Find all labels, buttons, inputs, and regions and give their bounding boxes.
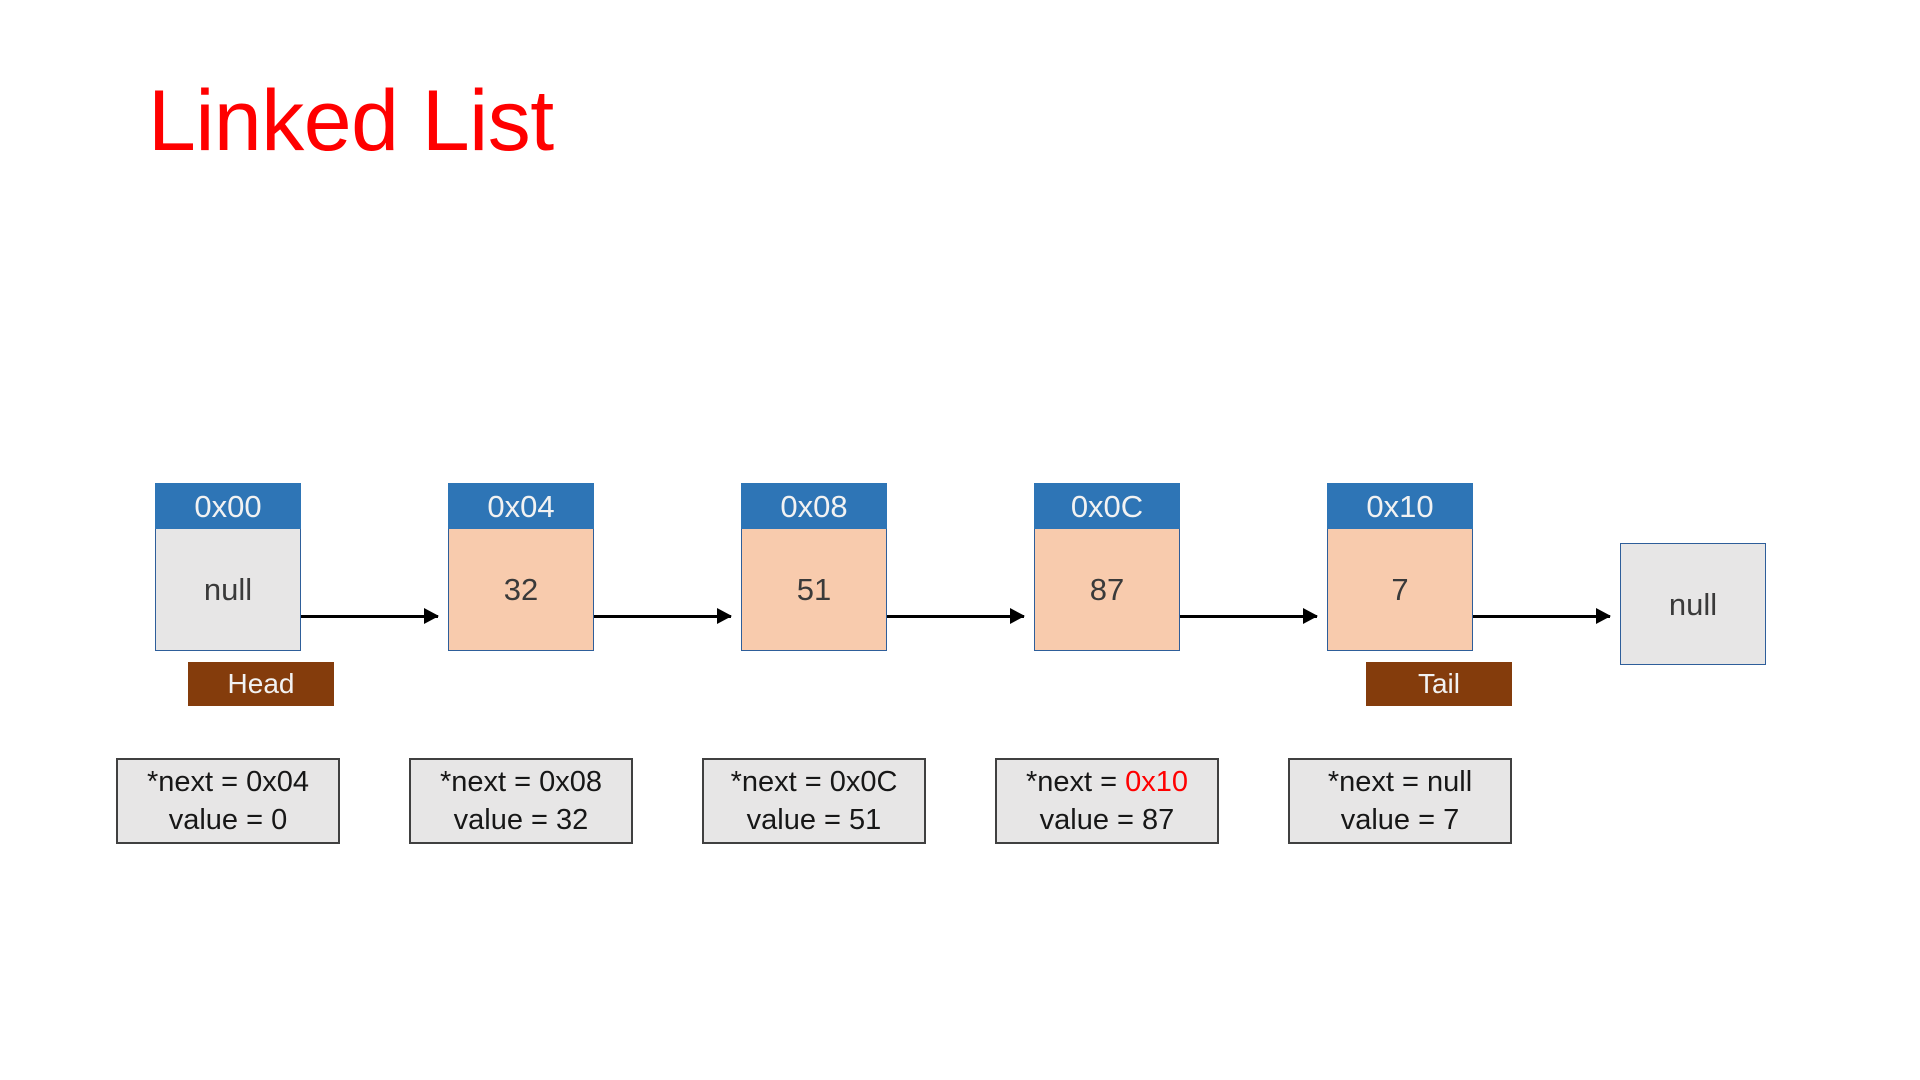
detail-next-line-1: *next = 0x08	[440, 763, 602, 801]
arrow-node-3-to-node-4	[1179, 615, 1317, 618]
arrow-node-2-to-node-3	[886, 615, 1024, 618]
list-node-3[interactable]: 0x0C 87	[1034, 483, 1180, 651]
list-node-2[interactable]: 0x08 51	[741, 483, 887, 651]
head-marker-badge: Head	[188, 662, 334, 706]
terminal-null-box: null	[1620, 543, 1766, 665]
node-detail-box-1: *next = 0x08 value = 32	[409, 758, 633, 844]
arrow-node-1-to-node-2	[593, 615, 731, 618]
node-detail-box-4: *next = null value = 7	[1288, 758, 1512, 844]
detail-value-line-1: value = 32	[453, 804, 589, 836]
detail-next-line-4: *next = null	[1328, 763, 1472, 801]
detail-value-line-3: value = 87	[1039, 804, 1175, 836]
list-node-1[interactable]: 0x04 32	[448, 483, 594, 651]
detail-next-line-0: *next = 0x04	[147, 763, 309, 801]
detail-next-label-0: *next =	[146, 765, 247, 798]
list-node-0[interactable]: 0x00 null	[155, 483, 301, 651]
detail-next-value-2: 0x0C	[829, 765, 898, 798]
detail-next-line-3: *next = 0x10	[1026, 763, 1188, 801]
detail-next-value-4: null	[1427, 765, 1473, 798]
detail-value-line-2: value = 51	[746, 804, 882, 836]
node-value-1: 32	[448, 529, 594, 651]
node-value-4: 7	[1327, 529, 1473, 651]
detail-next-label-3: *next =	[1025, 765, 1126, 798]
detail-next-value-1: 0x08	[539, 765, 603, 798]
node-detail-box-3: *next = 0x10 value = 87	[995, 758, 1219, 844]
node-address-3: 0x0C	[1034, 483, 1180, 529]
detail-next-label-2: *next =	[730, 765, 830, 798]
node-value-3: 87	[1034, 529, 1180, 651]
node-value-2: 51	[741, 529, 887, 651]
detail-next-value-3: 0x10	[1125, 765, 1189, 798]
node-address-2: 0x08	[741, 483, 887, 529]
list-node-4[interactable]: 0x10 7	[1327, 483, 1473, 651]
node-address-4: 0x10	[1327, 483, 1473, 529]
detail-value-line-4: value = 7	[1340, 804, 1460, 836]
node-detail-box-2: *next = 0x0C value = 51	[702, 758, 926, 844]
detail-next-line-2: *next = 0x0C	[731, 763, 898, 801]
detail-next-label-1: *next =	[439, 765, 540, 798]
detail-next-label-4: *next =	[1327, 765, 1427, 798]
node-address-1: 0x04	[448, 483, 594, 529]
linked-list-diagram: 0x00 null 0x04 32 0x08 51 0x0C 87 0x10 7…	[0, 0, 1920, 1080]
detail-value-line-0: value = 0	[168, 804, 288, 836]
arrow-node-4-to-terminal	[1472, 615, 1610, 618]
arrow-node-0-to-node-1	[300, 615, 438, 618]
node-detail-box-0: *next = 0x04 value = 0	[116, 758, 340, 844]
detail-next-value-0: 0x04	[246, 765, 310, 798]
node-address-0: 0x00	[155, 483, 301, 529]
node-value-0: null	[155, 529, 301, 651]
tail-marker-badge: Tail	[1366, 662, 1512, 706]
